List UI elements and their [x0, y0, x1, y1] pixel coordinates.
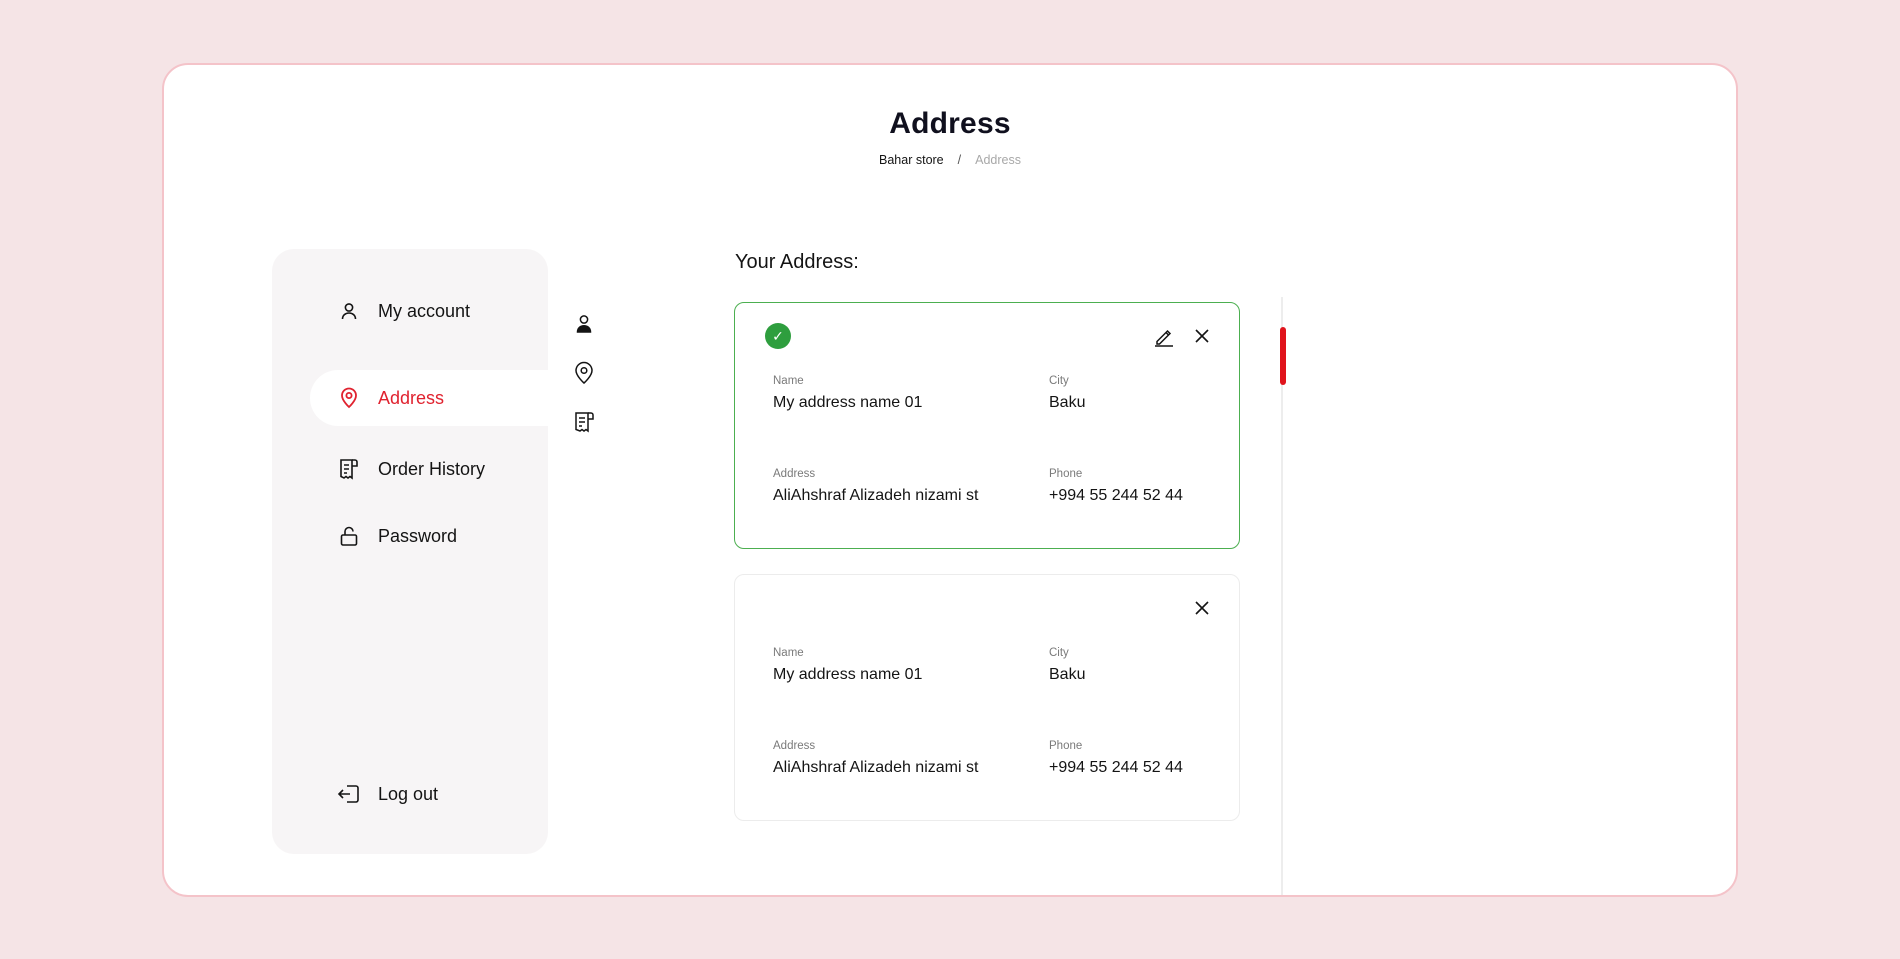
field-label: Name [773, 375, 804, 387]
field-value: Baku [1049, 394, 1086, 411]
field-label: Address [773, 468, 816, 480]
location-pin-icon [336, 385, 362, 411]
sidebar-item-address[interactable]: Address [310, 370, 548, 426]
account-sidebar: My account Address Order History Passwor… [272, 249, 548, 854]
location-pin-icon[interactable] [570, 359, 598, 387]
field-value: +994 55 244 52 44 [1049, 759, 1183, 776]
address-card[interactable]: ✓ Name My address name 01 City Baku Addr… [734, 302, 1240, 549]
address-field: Address AliAhshraf Alizadeh nizami st [773, 740, 978, 777]
city-field: City Baku [1049, 375, 1085, 412]
user-filled-icon[interactable] [570, 310, 598, 338]
field-value: +994 55 244 52 44 [1049, 487, 1183, 504]
page-title: Address [889, 107, 1011, 140]
field-label: Address [773, 740, 816, 752]
name-field: Name My address name 01 [773, 647, 922, 684]
receipt-icon [336, 456, 362, 482]
field-value: My address name 01 [773, 666, 923, 683]
edit-icon[interactable] [1151, 323, 1177, 349]
breadcrumb: Bahar store / Address [164, 153, 1736, 167]
mini-icon-column [570, 310, 598, 457]
city-field: City Baku [1049, 647, 1085, 684]
field-label: Phone [1049, 468, 1083, 480]
sidebar-item-password[interactable]: Password [336, 516, 548, 556]
logout-label: Log out [378, 783, 439, 804]
field-value: AliAhshraf Alizadeh nizami st [773, 487, 979, 504]
sidebar-item-label: Order History [378, 458, 486, 479]
field-value: Baku [1049, 666, 1086, 683]
field-value: My address name 01 [773, 394, 923, 411]
unlock-icon [336, 523, 362, 549]
receipt-icon[interactable] [570, 408, 598, 436]
sidebar-item-label: My account [378, 300, 471, 321]
field-label: City [1049, 375, 1069, 387]
scrollbar-thumb[interactable] [1280, 327, 1286, 385]
sidebar-item-label: Address [378, 387, 445, 408]
field-value: AliAhshraf Alizadeh nizami st [773, 759, 979, 776]
address-field: Address AliAhshraf Alizadeh nizami st [773, 468, 978, 505]
sidebar-item-label: Password [378, 525, 458, 546]
scrollbar-track[interactable] [1281, 297, 1283, 895]
field-label: City [1049, 647, 1069, 659]
section-title: Your Address: [735, 251, 859, 273]
sidebar-item-my-account[interactable]: My account [336, 291, 548, 331]
close-icon[interactable] [1189, 323, 1215, 349]
selected-check-icon: ✓ [765, 323, 791, 349]
phone-field: Phone +994 55 244 52 44 [1049, 740, 1183, 777]
breadcrumb-separator: / [957, 153, 962, 167]
logout-icon [336, 781, 362, 807]
logout-button[interactable]: Log out [336, 774, 548, 814]
field-label: Phone [1049, 740, 1083, 752]
card-actions [1189, 595, 1215, 621]
user-icon [336, 298, 362, 324]
address-card[interactable]: Name My address name 01 City Baku Addres… [734, 574, 1240, 821]
field-label: Name [773, 647, 804, 659]
sidebar-item-order-history[interactable]: Order History [336, 449, 548, 489]
breadcrumb-home[interactable]: Bahar store [879, 153, 944, 167]
phone-field: Phone +994 55 244 52 44 [1049, 468, 1183, 505]
close-icon[interactable] [1189, 595, 1215, 621]
card-actions [1151, 323, 1215, 349]
name-field: Name My address name 01 [773, 375, 922, 412]
breadcrumb-current: Address [975, 153, 1021, 167]
main-frame: Address Bahar store / Address My account A… [162, 63, 1738, 897]
